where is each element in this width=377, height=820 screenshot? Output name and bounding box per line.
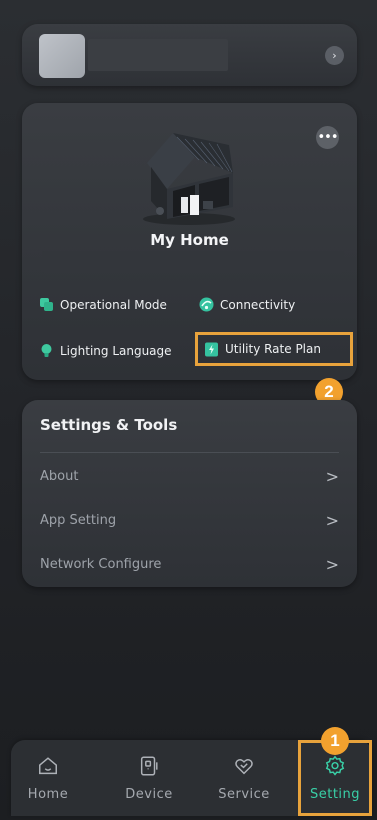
home-info-placeholder xyxy=(42,251,344,273)
lightbulb-icon xyxy=(41,344,52,357)
chevron-right-icon: > xyxy=(325,466,339,486)
step-1-callout-badge: 1 xyxy=(321,727,349,755)
network-configure-label: Network Configure xyxy=(40,556,162,572)
bottom-nav: Home Device Service Setting xyxy=(11,740,372,816)
settings-tools-card: Settings & Tools About > App Setting > N… xyxy=(22,400,357,587)
lighting-language-label: Lighting Language xyxy=(60,343,172,358)
operational-mode-icon xyxy=(40,298,53,311)
nav-device-label: Device xyxy=(125,786,173,802)
app-setting-row[interactable]: App Setting > xyxy=(40,508,339,532)
nav-home[interactable]: Home xyxy=(11,740,85,816)
nav-service-label: Service xyxy=(218,786,270,802)
house-image xyxy=(143,133,235,225)
nav-home-label: Home xyxy=(27,786,69,802)
chevron-right-icon: > xyxy=(325,554,339,574)
app-setting-label: App Setting xyxy=(40,512,117,528)
profile-card[interactable]: › xyxy=(22,24,357,86)
chevron-right-icon: > xyxy=(325,510,339,530)
operational-mode-label: Operational Mode xyxy=(60,297,167,312)
profile-chevron-button[interactable]: › xyxy=(325,46,344,65)
more-options-button[interactable]: ••• xyxy=(316,126,339,149)
connectivity-button[interactable]: Connectivity xyxy=(199,297,295,312)
network-configure-row[interactable]: Network Configure > xyxy=(40,552,339,576)
connectivity-icon xyxy=(199,297,214,312)
divider xyxy=(40,452,339,453)
about-row[interactable]: About > xyxy=(40,464,339,488)
gear-icon xyxy=(325,755,345,776)
lighting-language-button[interactable]: Lighting Language xyxy=(39,343,172,358)
home-name: My Home xyxy=(150,231,229,249)
nav-device[interactable]: Device xyxy=(109,740,189,816)
utility-rate-plan-label: Utility Rate Plan xyxy=(225,342,321,356)
device-icon xyxy=(140,756,158,775)
nav-service[interactable]: Service xyxy=(199,740,289,816)
home-icon xyxy=(39,756,57,774)
home-card: ••• My Home Operational Mode Connectivit… xyxy=(22,103,357,380)
operational-mode-button[interactable]: Operational Mode xyxy=(39,297,167,312)
about-label: About xyxy=(40,468,79,484)
nav-setting-label: Setting xyxy=(309,786,361,802)
profile-name-placeholder xyxy=(88,39,228,71)
connectivity-label: Connectivity xyxy=(220,297,296,312)
avatar xyxy=(39,34,85,78)
utility-rate-plan-button[interactable]: Utility Rate Plan xyxy=(195,332,353,366)
rate-plan-icon xyxy=(205,342,218,356)
service-icon xyxy=(235,758,253,774)
settings-tools-title: Settings & Tools xyxy=(40,416,178,434)
